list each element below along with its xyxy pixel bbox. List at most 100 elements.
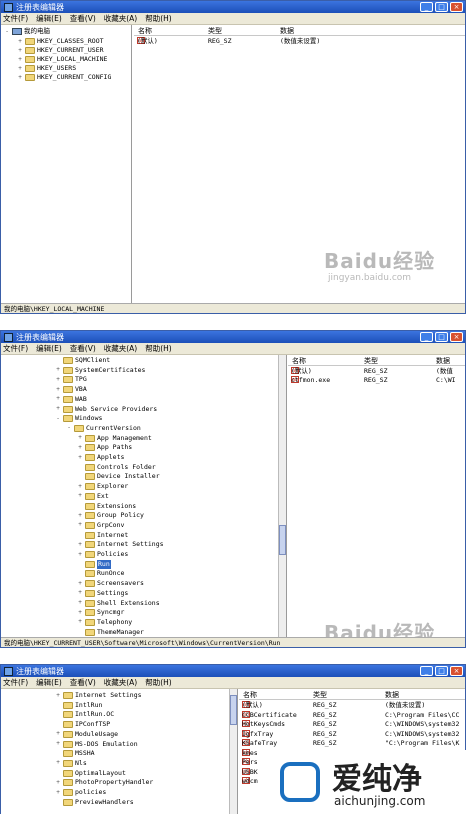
title-bar[interactable]: 注册表编辑器 _ □ ×: [1, 665, 465, 677]
menu-favorites[interactable]: 收藏夹(A): [104, 677, 137, 688]
tree-item[interactable]: - Windows: [55, 414, 102, 423]
menu-file[interactable]: 文件(F): [3, 343, 28, 354]
tree-scrollbar[interactable]: [229, 689, 237, 814]
tree-item[interactable]: + Syncmgr: [77, 608, 124, 617]
tree-item[interactable]: + Screensavers: [77, 579, 144, 588]
tree-item[interactable]: + HKEY_USERS: [17, 64, 76, 73]
tree-item[interactable]: + policies: [55, 788, 106, 797]
expand-icon[interactable]: +: [77, 483, 83, 490]
tree-item[interactable]: + App Paths: [77, 443, 132, 452]
registry-tree[interactable]: - 我的电脑 + HKEY_CLASSES_ROOT + HKEY_CURRENT_U…: [1, 25, 132, 303]
tree-item[interactable]: IntlRun.OC: [55, 710, 114, 719]
tree-item[interactable]: Internet: [77, 531, 128, 540]
tree-item[interactable]: RunOnce: [77, 569, 124, 578]
tree-item[interactable]: + Shell Extensions: [77, 599, 160, 608]
menu-view[interactable]: 查看(V): [70, 13, 96, 24]
value-row[interactable]: ab ctfmon.exe REG_SZ C:\WI: [288, 376, 465, 385]
column-type[interactable]: 类型: [364, 356, 378, 366]
maximize-icon[interactable]: □: [435, 2, 448, 12]
tree-item[interactable]: PreviewHandlers: [55, 798, 134, 807]
title-bar[interactable]: 注册表编辑器 _ □ ×: [1, 1, 465, 13]
menu-file[interactable]: 文件(F): [3, 677, 28, 688]
expand-icon[interactable]: +: [17, 38, 23, 45]
tree-item[interactable]: + Internet Settings: [55, 691, 142, 700]
tree-item[interactable]: + HKEY_CURRENT_CONFIG: [17, 73, 111, 82]
expand-icon[interactable]: [77, 464, 83, 470]
tree-item[interactable]: - 我的电脑: [4, 27, 50, 36]
expand-icon[interactable]: +: [55, 386, 61, 393]
expand-icon[interactable]: +: [55, 741, 61, 747]
tree-item[interactable]: + HKEY_CURRENT_USER: [17, 46, 104, 55]
tree-item[interactable]: IPConfTSP: [55, 720, 110, 729]
column-name[interactable]: 名称: [292, 356, 306, 366]
expand-icon[interactable]: +: [55, 406, 61, 412]
expand-icon[interactable]: [77, 503, 83, 509]
registry-tree[interactable]: + Internet Settings IntlRun IntlRun.OC IPCon…: [1, 689, 238, 814]
column-type[interactable]: 类型: [313, 690, 327, 700]
menu-help[interactable]: 帮助(H): [145, 343, 172, 354]
tree-item[interactable]: IntlRun: [55, 701, 102, 710]
expand-icon[interactable]: +: [77, 551, 83, 558]
expand-icon[interactable]: +: [17, 65, 23, 72]
expand-icon[interactable]: +: [77, 512, 83, 519]
maximize-icon[interactable]: □: [435, 666, 448, 676]
scrollbar-thumb[interactable]: [230, 695, 237, 725]
column-data[interactable]: 数据: [385, 690, 399, 700]
expand-icon[interactable]: +: [77, 590, 83, 596]
expand-icon[interactable]: +: [17, 56, 23, 63]
expand-icon[interactable]: +: [77, 444, 83, 451]
tree-item[interactable]: + Web Service Providers: [55, 405, 157, 414]
expand-icon[interactable]: +: [77, 435, 83, 441]
menu-help[interactable]: 帮助(H): [145, 13, 172, 24]
tree-item[interactable]: + Telephony: [77, 618, 132, 627]
menu-edit[interactable]: 编辑(E): [36, 13, 62, 24]
column-type[interactable]: 类型: [208, 26, 222, 36]
close-icon[interactable]: ×: [450, 2, 463, 12]
expand-icon[interactable]: [77, 561, 83, 567]
expand-icon[interactable]: [77, 532, 83, 538]
expand-icon[interactable]: +: [55, 367, 61, 373]
menu-edit[interactable]: 编辑(E): [36, 677, 62, 688]
maximize-icon[interactable]: □: [435, 332, 448, 342]
menu-view[interactable]: 查看(V): [70, 677, 96, 688]
collapse-icon[interactable]: -: [55, 415, 61, 422]
tree-item[interactable]: + Group Policy: [77, 511, 144, 520]
tree-item[interactable]: + Applets: [77, 453, 124, 462]
registry-tree[interactable]: SQMClient + SystemCertificates + TPG + VBA + WAB…: [1, 355, 287, 637]
expand-icon[interactable]: +: [55, 779, 61, 786]
expand-icon[interactable]: [55, 358, 61, 364]
expand-icon[interactable]: [55, 751, 61, 757]
tree-item[interactable]: OptimalLayout: [55, 769, 126, 778]
expand-icon[interactable]: +: [77, 493, 83, 499]
tree-scrollbar[interactable]: [278, 355, 286, 637]
value-row[interactable]: ab KSafeTray REG_SZ "C:\Program Files\K: [239, 739, 465, 748]
expand-icon[interactable]: [77, 571, 83, 577]
expand-icon[interactable]: [55, 799, 61, 805]
tree-item[interactable]: + Ext: [77, 492, 109, 501]
value-row[interactable]: ab IgfxTray REG_SZ C:\WINDOWS\system32: [239, 729, 465, 739]
menu-favorites[interactable]: 收藏夹(A): [104, 343, 137, 354]
values-pane[interactable]: 名称 类型 数据 ab (默认) REG_SZ (数值未设置) Baidu经验 j…: [134, 25, 465, 303]
menu-help[interactable]: 帮助(H): [145, 677, 172, 688]
expand-icon[interactable]: +: [55, 731, 61, 737]
tree-item[interactable]: + GrpConv: [77, 521, 124, 530]
tree-item[interactable]: SQMClient: [55, 356, 110, 365]
tree-item[interactable]: Extensions: [77, 502, 136, 511]
expand-icon[interactable]: +: [77, 541, 83, 548]
tree-item[interactable]: + Nls: [55, 759, 87, 768]
expand-icon[interactable]: [77, 474, 83, 480]
menu-favorites[interactable]: 收藏夹(A): [104, 13, 137, 24]
expand-icon[interactable]: +: [55, 396, 61, 402]
expand-icon[interactable]: +: [55, 692, 61, 699]
expand-icon[interactable]: +: [77, 454, 83, 461]
tree-item[interactable]: + MS-DOS Emulation: [55, 740, 138, 749]
minimize-icon[interactable]: _: [420, 666, 433, 676]
menu-file[interactable]: 文件(F): [3, 13, 28, 24]
expand-icon[interactable]: +: [17, 74, 23, 81]
column-name[interactable]: 名称: [243, 690, 257, 700]
expand-icon[interactable]: [55, 712, 61, 718]
expand-icon[interactable]: [77, 629, 83, 635]
value-row[interactable]: ab CCBCertificate REG_SZ C:\Program Files\C…: [239, 710, 465, 720]
tree-item[interactable]: + ModuleUsage: [55, 730, 118, 739]
values-pane[interactable]: 名称 类型 数据 ab (默认) REG_SZ (数值 ab ctfmon.exe …: [288, 355, 465, 637]
